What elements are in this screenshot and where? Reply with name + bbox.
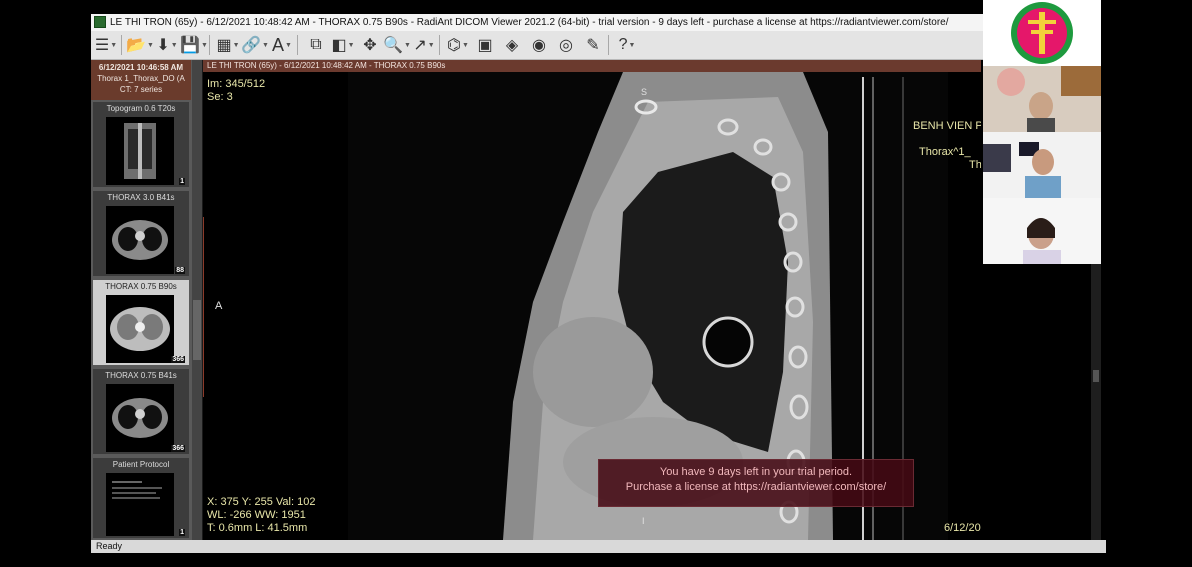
- pan-icon[interactable]: ✥: [358, 34, 382, 56]
- series-image-count: 1: [179, 178, 185, 185]
- series-panel-scrollbar[interactable]: [192, 60, 202, 540]
- grid-icon[interactable]: ▦ ▼: [216, 34, 240, 56]
- participant-video-2: [983, 132, 1101, 198]
- toolbar-separator: [209, 35, 210, 55]
- series-preview-image: [106, 295, 174, 363]
- series-label: THORAX 0.75 B90s: [105, 282, 177, 291]
- main-toolbar: ☰ ▼ 📂 ▼ ⬇ ▼ 💾 ▼ ▦ ▼ 🔗 ▼ A ▼ ⧉ ◧ ▼ ✥ 🔍 ▼ ↗ ▼ ⌬ ▼ ▣ ◈…: [91, 31, 983, 60]
- series-thumbnail[interactable]: Topogram 0.6 T20s 1: [93, 102, 189, 187]
- mpr-icon[interactable]: ⌬ ▼: [446, 34, 470, 56]
- text-icon[interactable]: A ▼: [270, 34, 294, 56]
- toolbar-separator: [608, 35, 609, 55]
- series-index-label: Se: 3: [207, 91, 233, 103]
- image-icon[interactable]: ▣: [473, 34, 497, 56]
- series-image-count: 1: [179, 529, 185, 536]
- study-summary: CT: 7 series: [119, 85, 163, 94]
- acquisition-timestamp-label: 6/12/2021 10:48:42 AM: [944, 522, 981, 534]
- image-index-label: Im: 345/512: [207, 78, 266, 90]
- series-image-count: 88: [175, 267, 185, 274]
- trial-notice-line2: Purchase a license at https://radiantvie…: [625, 481, 887, 493]
- 3d-icon[interactable]: ◈: [500, 34, 524, 56]
- series-preview-image: [106, 384, 174, 452]
- window-titlebar[interactable]: LE THI TRON (65y) - 6/12/2021 10:48:42 A…: [91, 14, 983, 31]
- save-icon[interactable]: 💾 ▼: [180, 34, 208, 56]
- series-label: THORAX 0.75 B41s: [105, 371, 177, 380]
- series-preview-image: [106, 117, 174, 185]
- study-header[interactable]: 6/12/2021 10:46:58 AM Thorax 1_Thorax_DO…: [91, 60, 191, 100]
- toolbar-separator: [121, 35, 122, 55]
- series-image-count: 366: [171, 445, 185, 452]
- series-thumbnail[interactable]: THORAX 3.0 B41s 88: [93, 191, 189, 276]
- help-icon[interactable]: ? ▼: [615, 34, 639, 56]
- orientation-inferior-label: I: [642, 516, 645, 526]
- trial-notice-line1: You have 9 days left in your trial perio…: [659, 466, 853, 478]
- participant-video-3: [983, 198, 1101, 264]
- measure-icon[interactable]: ↗ ▼: [412, 34, 436, 56]
- hospital-logo: [983, 0, 1101, 66]
- study-datetime: 6/12/2021 10:46:58 AM: [98, 63, 184, 72]
- series-description-label: Th: [969, 159, 981, 171]
- series-thumbnail[interactable]: THORAX 0.75 B41s 366: [93, 369, 189, 454]
- viewport-header: LE THI TRON (65y) - 6/12/2021 10:48:42 A…: [203, 60, 981, 72]
- download-icon[interactable]: ⬇ ▼: [155, 34, 179, 56]
- link-icon[interactable]: 🔗 ▼: [241, 34, 269, 56]
- scale-ruler: [203, 217, 209, 397]
- series-label: Patient Protocol: [112, 460, 170, 469]
- participant-video-1: [983, 66, 1101, 132]
- series-panel: 6/12/2021 10:46:58 AM Thorax 1_Thorax_DO…: [91, 60, 202, 540]
- 3d-vr-icon[interactable]: ◉: [527, 34, 551, 56]
- scrollbar-thumb[interactable]: [193, 300, 201, 360]
- zoom-icon[interactable]: 🔍 ▼: [383, 34, 411, 56]
- layout-icon[interactable]: ☰ ▼: [94, 34, 118, 56]
- toolbar-separator: [439, 35, 440, 55]
- trial-notice[interactable]: You have 9 days left in your trial perio…: [598, 459, 914, 507]
- series-image-count: 366: [171, 356, 185, 363]
- series-preview-image: [106, 473, 174, 536]
- slice-info-label: T: 0.6mm L: 41.5mm: [207, 522, 308, 534]
- status-bar: Ready: [91, 540, 1106, 553]
- study-description-label: Thorax^1_: [919, 146, 971, 158]
- institution-label: BENH VIEN P: [913, 120, 981, 132]
- radiant-app-window: LE THI TRON (65y) - 6/12/2021 10:48:42 A…: [91, 14, 1106, 553]
- copy-icon[interactable]: ⧉: [304, 34, 328, 56]
- series-thumbnail[interactable]: Patient Protocol 1: [93, 458, 189, 538]
- fusion-icon[interactable]: ◎: [554, 34, 578, 56]
- orientation-superior-label: S: [641, 87, 648, 97]
- edit-icon[interactable]: ✎: [581, 34, 605, 56]
- series-label: THORAX 3.0 B41s: [107, 193, 175, 202]
- image-viewport[interactable]: LE THI TRON (65y) - 6/12/2021 10:48:42 A…: [203, 60, 981, 540]
- scrollbar-thumb[interactable]: [1093, 370, 1099, 382]
- study-name: Thorax 1_Thorax_DO (A: [97, 74, 185, 83]
- toolbar-separator: [297, 35, 298, 55]
- window-level-icon[interactable]: ◧ ▼: [331, 34, 355, 56]
- folder-open-icon[interactable]: 📂 ▼: [126, 34, 154, 56]
- series-label: Topogram 0.6 T20s: [106, 104, 176, 113]
- window-title: LE THI TRON (65y) - 6/12/2021 10:48:42 A…: [110, 17, 949, 28]
- window-level-label: WL: -266 WW: 1951: [207, 509, 306, 521]
- orientation-anterior-label: A: [215, 300, 223, 312]
- series-preview-image: [106, 206, 174, 274]
- app-icon: [94, 16, 106, 29]
- cursor-info-label: X: 375 Y: 255 Val: 102: [207, 496, 316, 508]
- series-thumbnail-selected[interactable]: THORAX 0.75 B90s 366: [93, 280, 189, 365]
